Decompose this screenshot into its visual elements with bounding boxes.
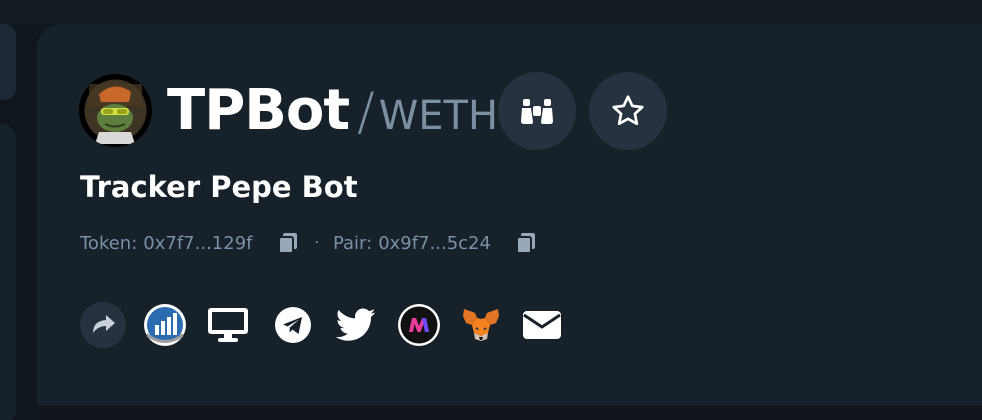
twitter-icon	[336, 308, 376, 341]
address-separator: ·	[314, 235, 319, 251]
quote-symbol: WETH	[378, 93, 499, 139]
sidebar-card-bottom	[0, 124, 16, 420]
token-name: Tracker Pepe Bot	[80, 170, 358, 204]
pair-title: TPBot / WETH	[167, 76, 498, 146]
share-button[interactable]	[79, 302, 127, 348]
sidebar-card-top	[0, 24, 16, 100]
telegram-link-button[interactable]	[271, 302, 315, 348]
copy-icon	[277, 233, 297, 254]
metamask-fox-icon	[463, 309, 499, 341]
monitor-icon	[208, 308, 248, 342]
share-icon	[80, 302, 126, 348]
metamask-button[interactable]	[459, 302, 503, 348]
pair-address-label: Pair:	[332, 232, 373, 254]
bottom-strip	[37, 406, 982, 420]
copy-token-address-button[interactable]	[275, 230, 301, 256]
token-avatar	[79, 74, 152, 147]
chart-icon	[144, 304, 186, 346]
token-address-label: Token:	[80, 232, 138, 254]
copy-pair-address-button[interactable]	[513, 230, 539, 256]
website-link-button[interactable]	[205, 302, 251, 348]
address-row: Token: 0x7f7...129f · Pair: 0x9f7...5c24	[80, 228, 539, 258]
twitter-link-button[interactable]	[334, 302, 378, 348]
token-address-value: 0x7f7...129f	[143, 232, 253, 254]
chart-link-button[interactable]	[143, 302, 187, 348]
m-logo-icon	[398, 304, 440, 346]
top-bar	[0, 0, 982, 24]
pair-address-value: 0x9f7...5c24	[378, 232, 491, 254]
binoculars-icon	[521, 99, 553, 124]
telegram-icon	[275, 307, 311, 343]
email-link-button[interactable]	[520, 302, 564, 348]
star-icon	[612, 95, 644, 126]
copy-icon	[515, 233, 535, 254]
token-symbol: TPBot	[167, 78, 350, 143]
email-icon	[523, 311, 561, 339]
favorite-button[interactable]	[589, 72, 667, 150]
pair-separator: /	[357, 82, 375, 142]
watch-button[interactable]	[498, 72, 576, 150]
dex-link-button[interactable]	[397, 302, 441, 348]
